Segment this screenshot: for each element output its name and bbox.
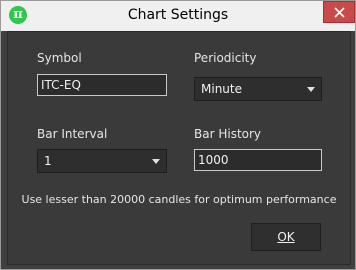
symbol-label: Symbol bbox=[37, 51, 82, 65]
bar-history-label: Bar History bbox=[194, 127, 262, 141]
dialog-content: Symbol ITC-EQ Periodicity Minute Bar Int… bbox=[7, 31, 351, 265]
title-bar[interactable]: π Chart Settings bbox=[1, 1, 355, 31]
ok-button[interactable]: OK bbox=[251, 223, 321, 251]
close-button[interactable] bbox=[323, 1, 355, 23]
periodicity-value: Minute bbox=[201, 82, 242, 96]
close-icon bbox=[334, 7, 345, 18]
periodicity-label: Periodicity bbox=[194, 51, 257, 65]
bar-history-input[interactable]: 1000 bbox=[194, 149, 322, 171]
dialog-title: Chart Settings bbox=[127, 7, 229, 23]
performance-hint: Use lesser than 20000 candles for optimu… bbox=[21, 193, 337, 206]
periodicity-select[interactable]: Minute bbox=[194, 77, 322, 101]
bar-interval-label: Bar Interval bbox=[37, 127, 108, 141]
chevron-down-icon bbox=[152, 159, 160, 164]
bar-interval-value: 1 bbox=[44, 154, 52, 168]
chevron-down-icon bbox=[307, 87, 315, 92]
bar-interval-select[interactable]: 1 bbox=[37, 149, 167, 173]
chart-settings-dialog: π Chart Settings Symbol ITC-EQ Periodici… bbox=[0, 0, 356, 270]
symbol-input[interactable]: ITC-EQ bbox=[37, 74, 167, 96]
